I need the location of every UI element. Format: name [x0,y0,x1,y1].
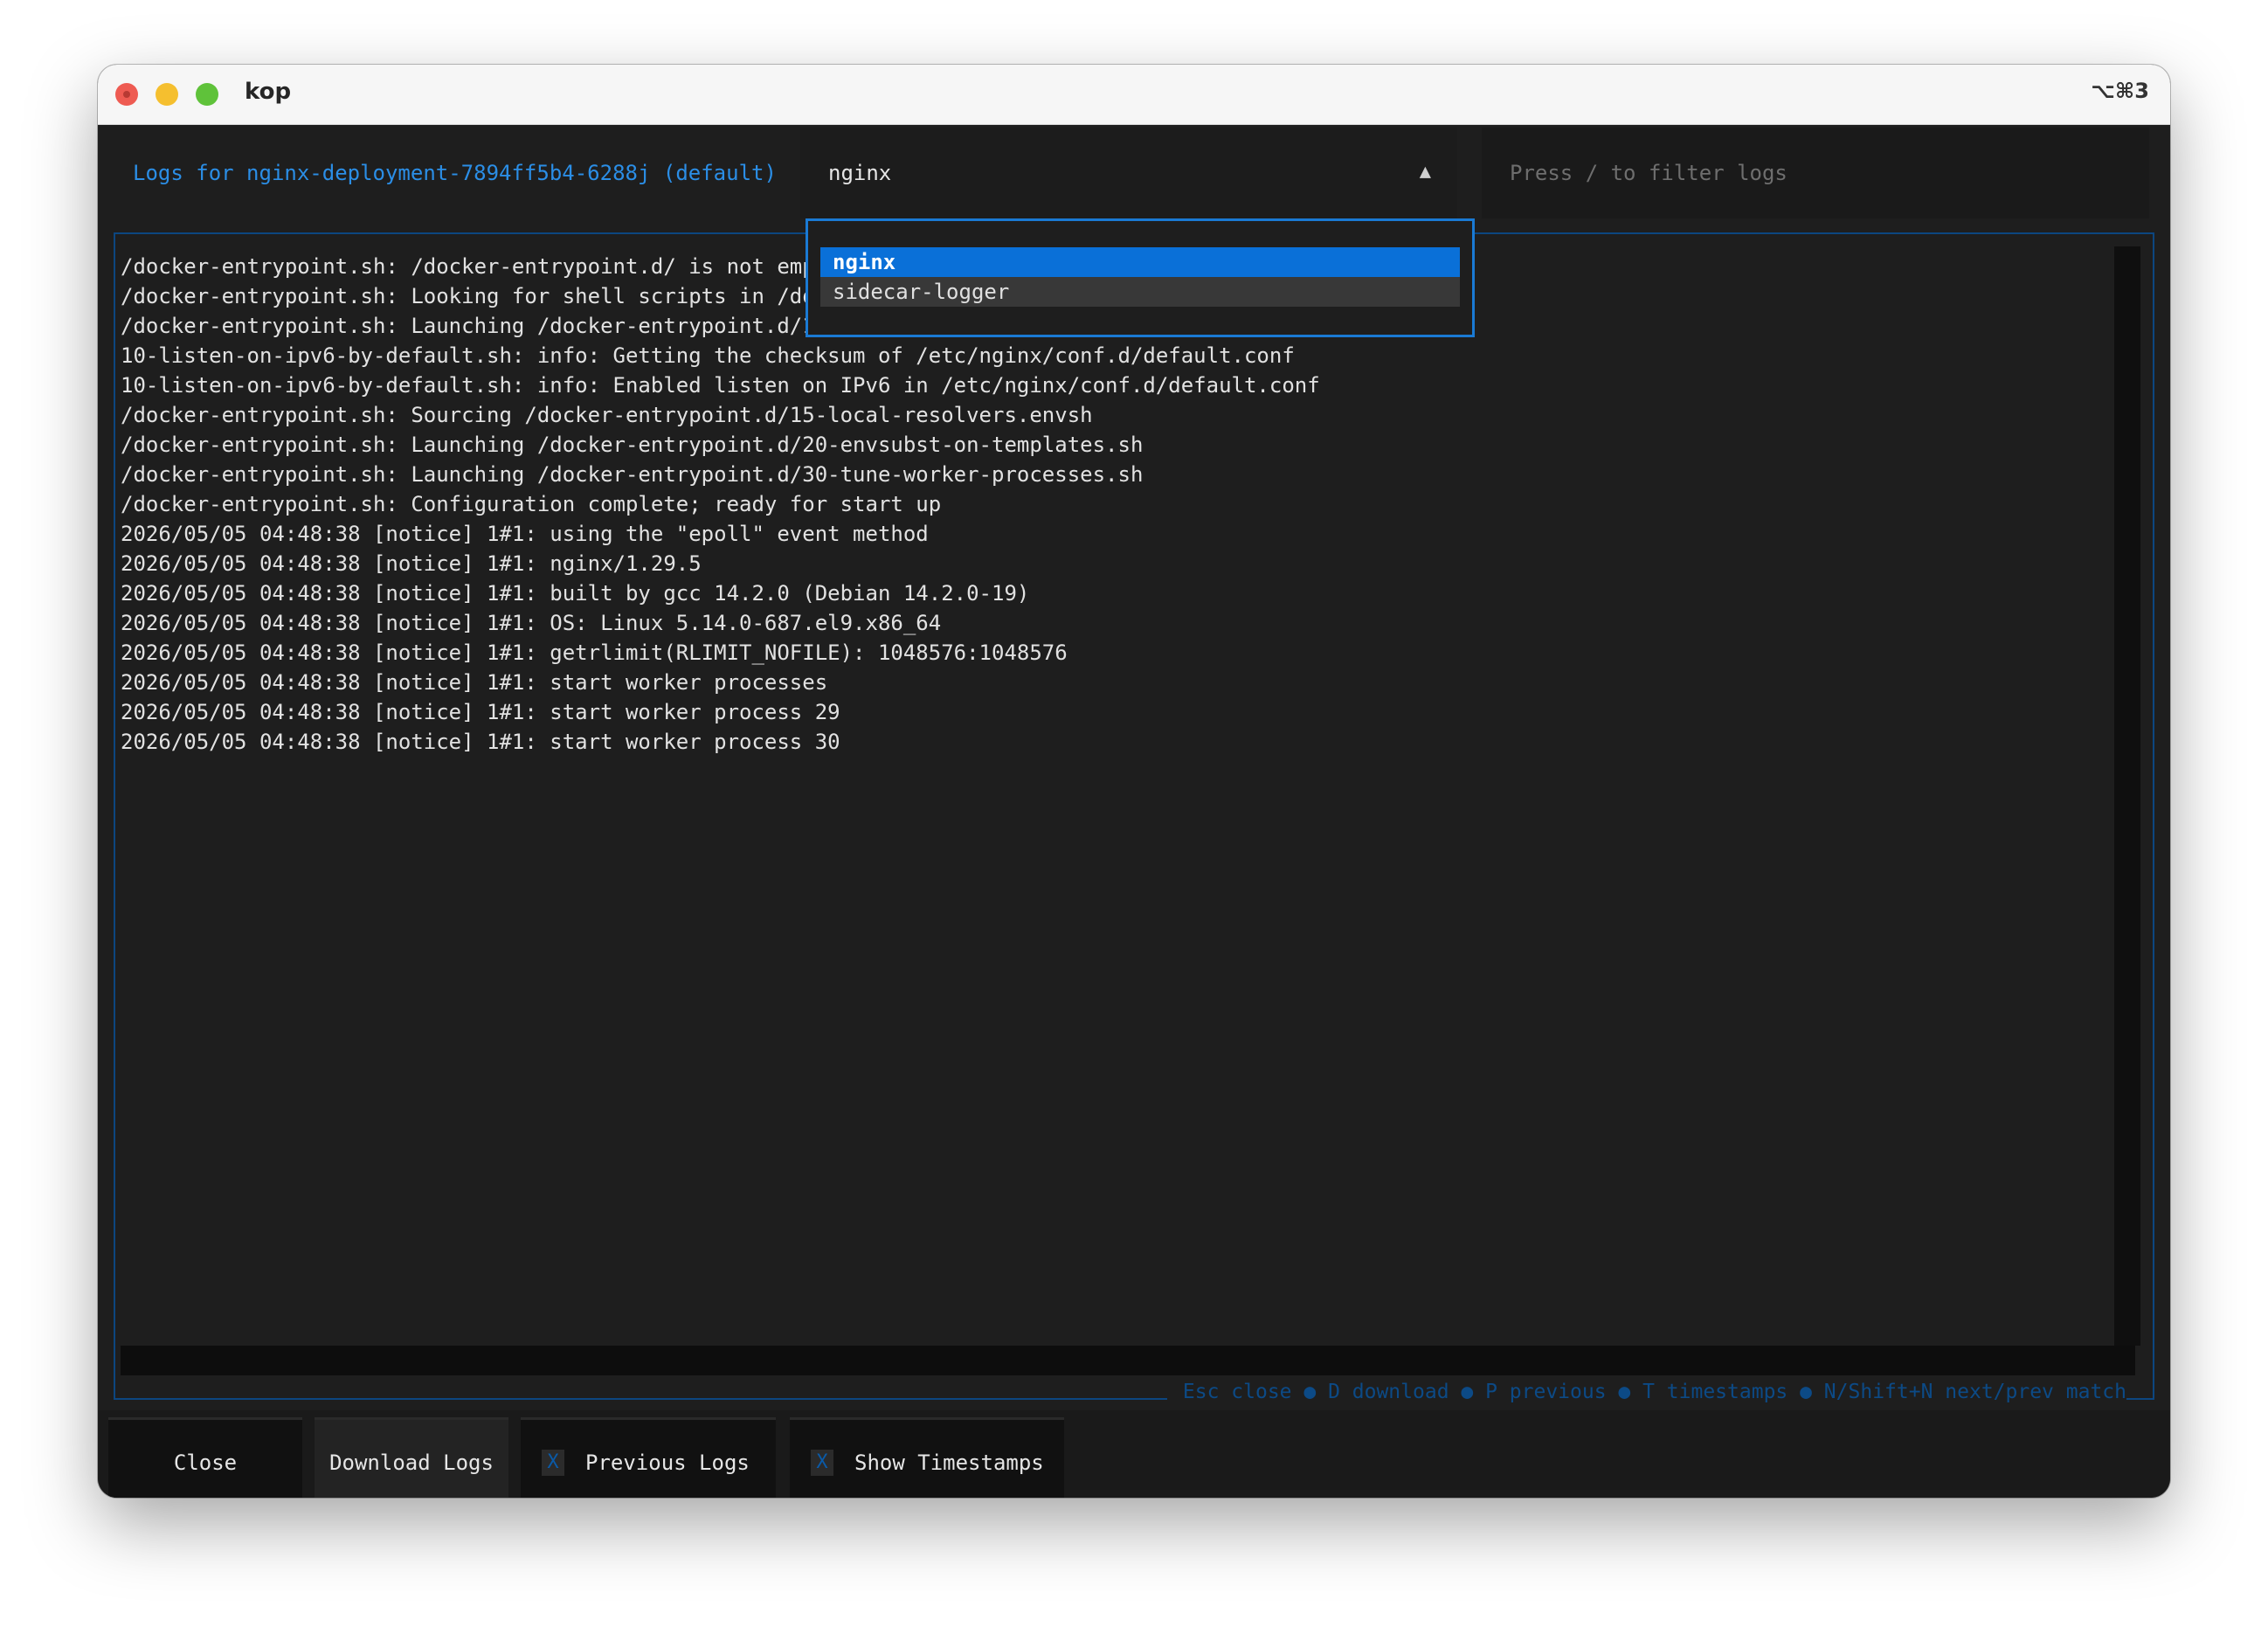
download-logs-button[interactable]: Download Logs [315,1417,508,1498]
previous-logs-label: Previous Logs [585,1450,750,1475]
filter-input[interactable] [1482,128,2149,218]
log-line: 10-listen-on-ipv6-by-default.sh: info: G… [121,343,1295,368]
dropdown-option[interactable]: nginx [820,247,1460,277]
window-title: kop [245,79,292,105]
log-line: 2026/05/05 04:48:38 [notice] 1#1: OS: Li… [121,611,942,635]
previous-logs-toggle[interactable]: X Previous Logs [521,1417,776,1498]
checkbox-icon: X [811,1449,833,1476]
log-line: /docker-entrypoint.sh: Launching /docker… [121,433,1144,457]
log-viewport[interactable]: /docker-entrypoint.sh: /docker-entrypoin… [121,246,2135,1346]
show-timestamps-toggle[interactable]: X Show Timestamps [790,1417,1064,1498]
log-line: 2026/05/05 04:48:38 [notice] 1#1: start … [121,670,828,695]
minimize-window-icon[interactable] [156,83,178,106]
log-line: 2026/05/05 04:48:38 [notice] 1#1: using … [121,522,929,546]
dropdown-option[interactable]: sidecar-logger [820,277,1460,307]
filter-box[interactable] [1482,128,2149,218]
log-panel: /docker-entrypoint.sh: /docker-entrypoin… [114,232,2154,1403]
app-window: kop ⌥⌘3 Logs for nginx-deployment-7894ff… [98,65,2170,1498]
log-line: /docker-entrypoint.sh: Configuration com… [121,492,942,516]
container-select-value: nginx [828,161,892,185]
log-line: 2026/05/05 04:48:38 [notice] 1#1: start … [121,700,840,724]
show-timestamps-label: Show Timestamps [854,1450,1044,1475]
triangle-up-icon: ▲ [1419,161,1431,183]
log-line: 2026/05/05 04:48:38 [notice] 1#1: nginx/… [121,551,702,576]
horizontal-scrollbar[interactable] [121,1346,2135,1375]
container-select[interactable]: nginx ▲ [800,128,1457,218]
log-line: 2026/05/05 04:48:38 [notice] 1#1: getrli… [121,640,1068,665]
zoom-window-icon[interactable] [196,83,218,106]
log-line: /docker-entrypoint.sh: Sourcing /docker-… [121,403,1093,427]
title-bar: kop ⌥⌘3 [98,65,2170,125]
container-options: nginx sidecar-logger [820,247,1460,307]
container-dropdown: nginx sidecar-logger [806,218,1475,337]
log-line: /docker-entrypoint.sh: Launching /docker… [121,462,1144,487]
log-line: 2026/05/05 04:48:38 [notice] 1#1: start … [121,730,840,754]
close-button[interactable]: Close [108,1417,302,1498]
log-line: 10-listen-on-ipv6-by-default.sh: info: E… [121,373,1320,398]
logs-title: Logs for nginx-deployment-7894ff5b4-6288… [133,161,777,185]
log-line: 2026/05/05 04:48:38 [notice] 1#1: built … [121,581,1030,606]
checkbox-icon: X [542,1449,564,1476]
vertical-scrollbar[interactable] [2114,246,2140,1346]
window-shortcut: ⌥⌘3 [2091,79,2149,103]
close-window-icon[interactable] [115,83,138,106]
keyboard-hints: Esc close ● D download ● P previous ● T … [1166,1381,2126,1403]
